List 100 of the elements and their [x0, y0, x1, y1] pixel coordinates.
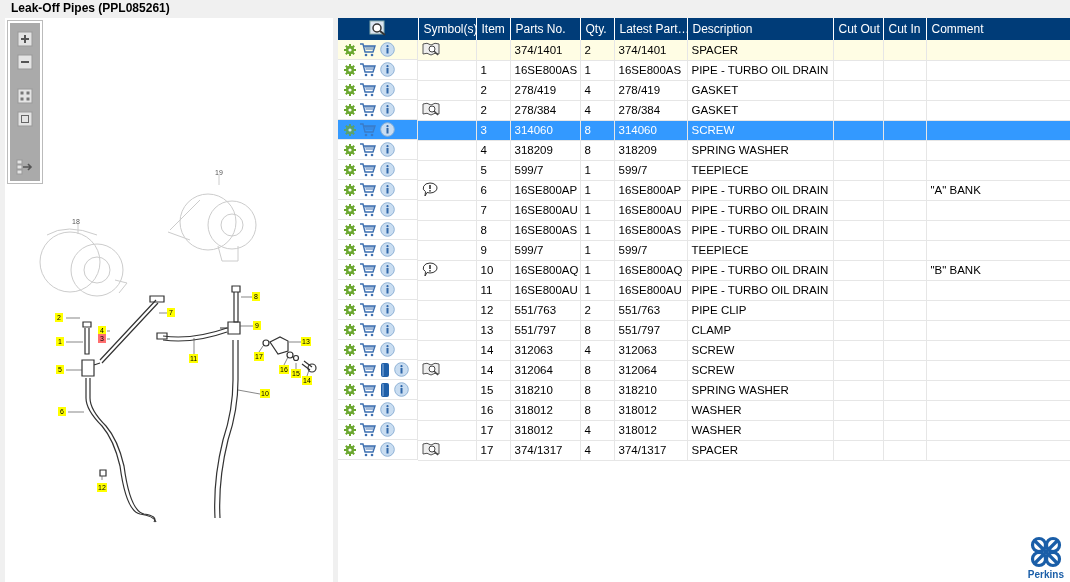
fit-all-button[interactable] — [16, 87, 34, 105]
info-icon[interactable] — [380, 42, 395, 57]
cart-icon[interactable] — [360, 82, 376, 97]
cart-icon[interactable] — [360, 362, 376, 377]
cart-icon[interactable] — [360, 382, 376, 397]
cart-icon[interactable] — [360, 142, 376, 157]
gear-icon[interactable] — [344, 223, 356, 236]
info-icon[interactable] — [380, 262, 395, 277]
cart-icon[interactable] — [360, 62, 376, 77]
cart-icon[interactable] — [360, 442, 376, 457]
zoom-in-button[interactable] — [16, 30, 34, 48]
part-row[interactable]: 12 551/763 2 551/763 PIPE CLIP — [338, 300, 1070, 320]
info-icon[interactable] — [380, 402, 395, 417]
info-icon[interactable] — [380, 302, 395, 317]
cart-icon[interactable] — [360, 222, 376, 237]
part-row[interactable]: 11 16SE800AU 1 16SE800AU PIPE - TURBO OIL DRAIN — [338, 280, 1070, 300]
cart-icon[interactable] — [360, 342, 376, 357]
column-header[interactable]: Latest Part… — [614, 18, 687, 40]
gear-icon[interactable] — [344, 403, 356, 416]
gear-icon[interactable] — [344, 343, 356, 356]
gear-icon[interactable] — [344, 163, 356, 176]
info-icon[interactable] — [380, 242, 395, 257]
gear-icon[interactable] — [344, 363, 356, 376]
column-header[interactable]: Comment — [926, 18, 1070, 40]
zoom-out-button[interactable] — [16, 53, 34, 71]
gear-icon[interactable] — [344, 103, 356, 116]
column-header[interactable]: Symbol(s) — [418, 18, 476, 40]
gear-icon[interactable] — [344, 263, 356, 276]
cart-icon[interactable] — [360, 202, 376, 217]
part-row[interactable]: 15 318210 8 318210 SPRING WASHER — [338, 380, 1070, 400]
info-icon[interactable] — [380, 142, 395, 157]
part-row[interactable]: 7 16SE800AU 1 16SE800AU PIPE - TURBO OIL DRAIN — [338, 200, 1070, 220]
cart-icon[interactable] — [360, 282, 376, 297]
gear-icon[interactable] — [344, 383, 356, 396]
book-icon[interactable] — [380, 361, 390, 378]
column-header[interactable]: Qty. — [580, 18, 614, 40]
part-row[interactable]: 2 278/419 4 278/419 GASKET — [338, 80, 1070, 100]
column-header[interactable]: Description — [687, 18, 833, 40]
info-icon[interactable] — [380, 282, 395, 297]
book-icon[interactable] — [380, 381, 390, 398]
info-icon[interactable] — [380, 102, 395, 117]
info-icon[interactable] — [380, 442, 395, 457]
gear-icon[interactable] — [344, 83, 356, 96]
part-row[interactable]: 4 318209 8 318209 SPRING WASHER — [338, 140, 1070, 160]
info-icon[interactable] — [394, 382, 409, 397]
part-row[interactable]: 2 278/384 4 278/384 GASKET — [338, 100, 1070, 120]
part-row[interactable]: 9 599/7 1 599/7 TEEPIECE — [338, 240, 1070, 260]
info-icon[interactable] — [380, 182, 395, 197]
part-row[interactable]: 1 16SE800AS 1 16SE800AS PIPE - TURBO OIL DRAIN — [338, 60, 1070, 80]
gear-icon[interactable] — [344, 423, 356, 436]
speech-bubble-icon[interactable] — [422, 181, 438, 197]
gear-icon[interactable] — [344, 243, 356, 256]
part-row[interactable]: 16 318012 8 318012 WASHER — [338, 400, 1070, 420]
gear-icon[interactable] — [344, 443, 356, 456]
actual-size-button[interactable] — [16, 110, 34, 128]
info-icon[interactable] — [380, 82, 395, 97]
info-icon[interactable] — [380, 122, 395, 137]
part-row[interactable]: 14 312064 8 312064 SCREW — [338, 360, 1070, 380]
book-magnifier-icon[interactable] — [422, 362, 440, 376]
export-button[interactable] — [16, 158, 34, 176]
cart-icon[interactable] — [360, 402, 376, 417]
gear-icon[interactable] — [344, 283, 356, 296]
info-icon[interactable] — [380, 62, 395, 77]
column-header[interactable]: Cut In — [883, 18, 926, 40]
part-row[interactable]: 5 599/7 1 599/7 TEEPIECE — [338, 160, 1070, 180]
cart-icon[interactable] — [360, 102, 376, 117]
info-icon[interactable] — [380, 162, 395, 177]
gear-icon[interactable] — [344, 203, 356, 216]
part-row[interactable]: 17 374/1317 4 374/1317 SPACER — [338, 440, 1070, 460]
gear-icon[interactable] — [344, 43, 356, 56]
gear-icon[interactable] — [344, 303, 356, 316]
cart-icon[interactable] — [360, 42, 376, 57]
book-magnifier-icon[interactable] — [422, 442, 440, 456]
info-icon[interactable] — [380, 342, 395, 357]
part-row[interactable]: 14 312063 4 312063 SCREW — [338, 340, 1070, 360]
info-icon[interactable] — [380, 422, 395, 437]
book-magnifier-icon[interactable] — [422, 41, 440, 56]
gear-icon[interactable] — [344, 143, 356, 156]
cart-icon[interactable] — [360, 182, 376, 197]
part-row[interactable]: 10 16SE800AQ 1 16SE800AQ PIPE - TURBO OIL DRAIN "B" BANK — [338, 260, 1070, 280]
search-column-header[interactable] — [338, 18, 418, 40]
part-row[interactable]: 8 16SE800AS 1 16SE800AS PIPE - TURBO OIL DRAIN — [338, 220, 1070, 240]
part-row[interactable]: 17 318012 4 318012 WASHER — [338, 420, 1070, 440]
cart-icon[interactable] — [360, 242, 376, 257]
info-icon[interactable] — [380, 222, 395, 237]
book-magnifier-icon[interactable] — [422, 102, 440, 116]
column-header[interactable]: Item — [476, 18, 510, 40]
cart-icon[interactable] — [360, 262, 376, 277]
column-header[interactable]: Cut Out — [833, 18, 883, 40]
info-icon[interactable] — [380, 322, 395, 337]
speech-bubble-icon[interactable] — [422, 261, 438, 277]
cart-icon[interactable] — [360, 322, 376, 337]
info-icon[interactable] — [380, 202, 395, 217]
gear-icon[interactable] — [344, 323, 356, 336]
gear-icon[interactable] — [344, 183, 356, 196]
cart-icon[interactable] — [360, 162, 376, 177]
gear-icon[interactable] — [344, 63, 356, 76]
part-row[interactable]: 13 551/797 8 551/797 CLAMP — [338, 320, 1070, 340]
info-icon[interactable] — [394, 362, 409, 377]
column-header[interactable]: Parts No. — [510, 18, 580, 40]
